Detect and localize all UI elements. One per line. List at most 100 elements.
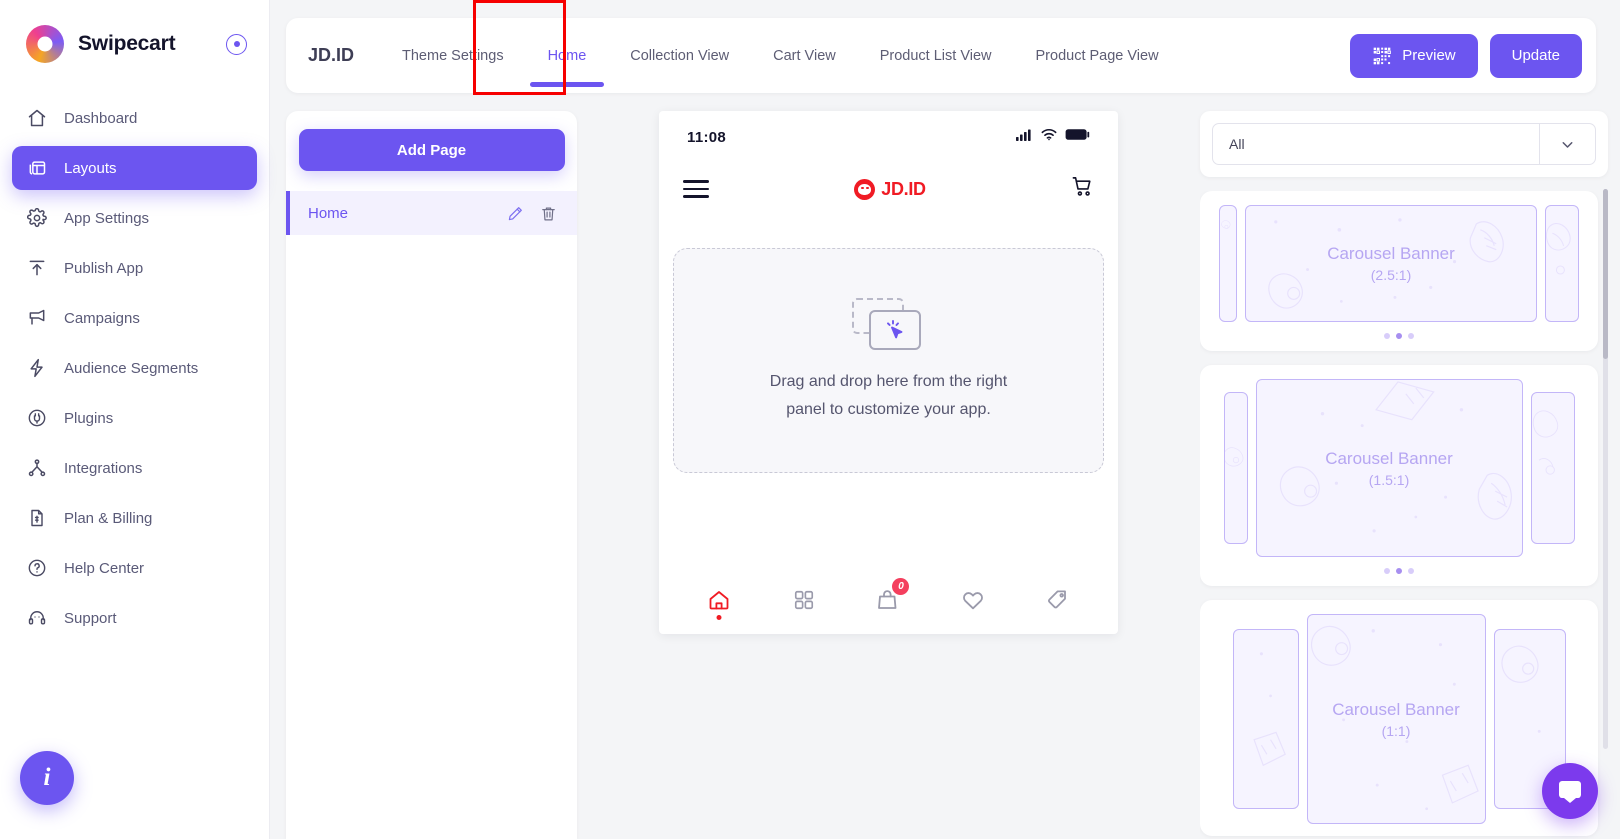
widget-carousel-banner-2-5-1[interactable]: Carousel Banner (2.5:1) (1200, 191, 1598, 351)
sidebar-item-label: Layouts (64, 160, 117, 177)
status-indicators (1016, 128, 1090, 146)
tab-home[interactable]: Home (526, 18, 609, 93)
sidebar-item-integrations[interactable]: Integrations (12, 446, 257, 490)
hamburger-menu-icon[interactable] (683, 180, 709, 198)
tab-label: Collection View (630, 48, 729, 64)
carousel-row: Carousel Banner (2.5:1) (1200, 205, 1598, 322)
widget-ratio: (2.5:1) (1371, 267, 1411, 283)
phone-bottom-nav: 0 (659, 566, 1118, 634)
page-list-item-home[interactable]: Home (286, 191, 577, 235)
carousel-row: Carousel Banner (1:1) (1200, 614, 1598, 824)
tab-product-list-view[interactable]: Product List View (858, 18, 1014, 93)
shopping-cart-icon[interactable] (1071, 175, 1094, 203)
widget-category-value: All (1229, 136, 1245, 152)
chevron-down-icon[interactable] (1539, 124, 1595, 164)
sidebar-item-support[interactable]: Support (12, 596, 257, 640)
swipecart-app: Swipecart Dashboard Layouts App Se (0, 0, 1620, 839)
trash-icon[interactable] (540, 205, 557, 222)
widget-category-select[interactable]: All (1212, 123, 1596, 165)
dropzone-text-line2: panel to customize your app. (786, 401, 991, 418)
bottom-nav-active-dot (717, 615, 722, 620)
sidebar-item-label: Help Center (64, 560, 144, 577)
brand-name: Swipecart (78, 32, 175, 56)
dropzone[interactable]: Drag and drop here from the right panel … (673, 248, 1104, 473)
carousel-side-left (1224, 392, 1248, 544)
carousel-main-banner: Carousel Banner (2.5:1) (1245, 205, 1537, 322)
sidebar-item-label: Plugins (64, 410, 113, 427)
sidebar-item-label: Audience Segments (64, 360, 198, 377)
wifi-icon (1041, 128, 1057, 146)
plug-icon (26, 407, 48, 429)
content-row: Add Page Home (286, 111, 1620, 839)
tab-collection-view[interactable]: Collection View (608, 18, 751, 93)
collapse-toggle-icon[interactable] (226, 34, 247, 55)
carousel-side-right (1545, 205, 1579, 322)
sidebar-item-label: Publish App (64, 260, 143, 277)
widget-ratio: (1:1) (1382, 723, 1411, 739)
widget-carousel-banner-1-5-1[interactable]: Carousel Banner (1.5:1) (1200, 365, 1598, 586)
home-icon (26, 107, 48, 129)
sidebar-item-app-settings[interactable]: App Settings (12, 196, 257, 240)
sidebar-item-audience-segments[interactable]: Audience Segments (12, 346, 257, 390)
brand-header: Swipecart (0, 0, 269, 88)
widgets-panel: All (1200, 111, 1608, 839)
battery-icon (1065, 128, 1090, 146)
widget-title: Carousel Banner (1325, 449, 1453, 469)
sidebar-item-label: Support (64, 610, 117, 627)
widget-panel-scrollbar[interactable] (1603, 189, 1608, 749)
bottom-nav-wishlist[interactable] (931, 566, 1016, 634)
bottom-nav-cart[interactable]: 0 (846, 566, 931, 634)
carousel-side-left (1219, 205, 1237, 322)
carousel-row: Carousel Banner (1.5:1) (1200, 379, 1598, 557)
bottom-nav-home[interactable] (677, 566, 762, 634)
drag-drop-cursor-icon (852, 298, 926, 352)
sidebar-item-label: Integrations (64, 460, 142, 477)
carousel-dots (1200, 333, 1598, 339)
bottom-nav-offers[interactable] (1015, 566, 1100, 634)
carousel-side-right (1531, 392, 1575, 544)
tab-product-page-view[interactable]: Product Page View (1014, 18, 1181, 93)
sidebar: Swipecart Dashboard Layouts App Se (0, 0, 270, 839)
tab-label: Theme Settings (402, 48, 504, 64)
bolt-icon (26, 357, 48, 379)
widget-list[interactable]: Carousel Banner (2.5:1) (1200, 191, 1608, 839)
dropzone-text-line1: Drag and drop here from the right (770, 373, 1007, 390)
sidebar-item-layouts[interactable]: Layouts (12, 146, 257, 190)
tab-cart-view[interactable]: Cart View (751, 18, 858, 93)
bottom-nav-categories[interactable] (762, 566, 847, 634)
update-button[interactable]: Update (1490, 34, 1582, 78)
cart-badge: 0 (892, 578, 909, 595)
info-button[interactable]: i (20, 751, 74, 805)
view-tabs: Theme Settings Home Collection View Cart… (380, 18, 1181, 93)
preview-button[interactable]: Preview (1350, 34, 1477, 78)
pages-panel: Add Page Home (286, 111, 577, 839)
sidebar-item-plugins[interactable]: Plugins (12, 396, 257, 440)
billing-icon (26, 507, 48, 529)
sidebar-item-label: Plan & Billing (64, 510, 152, 527)
add-page-button[interactable]: Add Page (299, 129, 565, 171)
preview-button-label: Preview (1402, 47, 1455, 64)
sidebar-item-help-center[interactable]: Help Center (12, 546, 257, 590)
sidebar-item-publish-app[interactable]: Publish App (12, 246, 257, 290)
status-time: 11:08 (687, 129, 726, 146)
topbar: JD.ID Theme Settings Home Collection Vie… (286, 18, 1596, 93)
tab-theme-settings[interactable]: Theme Settings (380, 18, 526, 93)
support-agent-icon (26, 607, 48, 629)
widget-carousel-banner-1-1[interactable]: Carousel Banner (1:1) (1200, 600, 1598, 836)
sidebar-item-label: App Settings (64, 210, 149, 227)
sidebar-nav: Dashboard Layouts App Settings Publish A… (0, 96, 269, 640)
integrations-icon (26, 457, 48, 479)
sidebar-item-campaigns[interactable]: Campaigns (12, 296, 257, 340)
jdid-logo-icon: JD.ID (854, 179, 926, 200)
widget-title: Carousel Banner (1332, 700, 1460, 720)
sidebar-item-dashboard[interactable]: Dashboard (12, 96, 257, 140)
sidebar-item-plan-billing[interactable]: Plan & Billing (12, 496, 257, 540)
pencil-icon[interactable] (507, 205, 524, 222)
carousel-side-left (1233, 629, 1299, 809)
widget-title: Carousel Banner (1327, 244, 1455, 264)
widget-ratio: (1.5:1) (1369, 472, 1409, 488)
carousel-dots (1200, 568, 1598, 574)
update-button-label: Update (1512, 47, 1560, 64)
sidebar-item-label: Dashboard (64, 110, 137, 127)
phone-mockup: 11:08 (659, 111, 1118, 634)
